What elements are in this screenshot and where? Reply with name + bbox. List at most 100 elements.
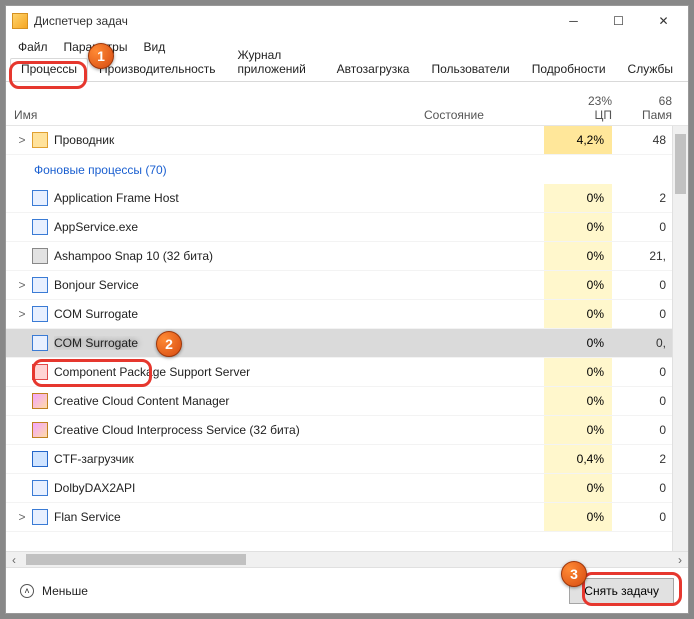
process-cpu: 0% xyxy=(544,242,612,270)
process-cpu: 0% xyxy=(544,271,612,299)
process-mem: 2 xyxy=(612,191,672,205)
process-cpu: 0% xyxy=(544,300,612,328)
scroll-left-icon[interactable]: ‹ xyxy=(6,552,22,567)
process-cpu: 0% xyxy=(544,329,612,357)
tab-startup[interactable]: Автозагрузка xyxy=(326,58,421,81)
menu-view[interactable]: Вид xyxy=(135,38,173,56)
process-mem: 21, xyxy=(612,249,672,263)
window-title: Диспетчер задач xyxy=(34,14,128,28)
process-name: Component Package Support Server xyxy=(54,365,424,379)
col-state[interactable]: Состояние xyxy=(424,108,544,122)
process-mem: 0 xyxy=(612,278,672,292)
process-mem: 0 xyxy=(612,481,672,495)
process-mem: 0 xyxy=(612,220,672,234)
hscroll-thumb[interactable] xyxy=(26,554,246,565)
process-mem: 0 xyxy=(612,394,672,408)
process-list: > Проводник 4,2%48 Фоновые процессы (70) App… xyxy=(6,126,688,551)
tab-processes[interactable]: Процессы xyxy=(10,58,88,81)
chevron-up-icon: ˄ xyxy=(20,584,34,598)
process-row[interactable]: COM Surrogate0%0, xyxy=(6,329,672,358)
process-name: Bonjour Service xyxy=(54,278,424,292)
menu-file[interactable]: Файл xyxy=(10,38,56,56)
col-cpu[interactable]: 23% ЦП xyxy=(544,94,612,122)
process-cpu: 4,2% xyxy=(544,126,612,154)
mem-label: Памя xyxy=(612,108,672,122)
process-icon xyxy=(32,335,48,351)
process-name: DolbyDAX2API xyxy=(54,481,424,495)
process-mem: 0, xyxy=(612,336,672,350)
process-mem: 0 xyxy=(612,510,672,524)
process-name: Проводник xyxy=(54,133,424,147)
expand-icon[interactable]: > xyxy=(14,278,30,292)
section-label: Фоновые процессы (70) xyxy=(30,163,424,177)
fewer-details-label: Меньше xyxy=(42,584,88,598)
tab-services[interactable]: Службы xyxy=(617,58,684,81)
app-icon xyxy=(12,13,28,29)
minimize-button[interactable]: ─ xyxy=(551,7,596,35)
process-row[interactable]: AppService.exe 0%0 xyxy=(6,213,672,242)
close-button[interactable]: ✕ xyxy=(641,7,686,35)
process-mem: 0 xyxy=(612,307,672,321)
badge-3: 3 xyxy=(561,561,587,587)
maximize-button[interactable]: ☐ xyxy=(596,7,641,35)
scroll-thumb[interactable] xyxy=(675,134,686,194)
tab-app-history[interactable]: Журнал приложений xyxy=(227,44,326,81)
expand-icon[interactable]: > xyxy=(14,133,30,147)
process-cpu: 0% xyxy=(544,416,612,444)
col-name[interactable]: Имя xyxy=(14,108,424,122)
process-row[interactable]: Creative Cloud Interprocess Service (32 … xyxy=(6,416,672,445)
mem-percent: 68 xyxy=(612,94,672,108)
title-bar[interactable]: Диспетчер задач ─ ☐ ✕ xyxy=(6,6,688,36)
process-mem: 0 xyxy=(612,365,672,379)
process-row[interactable]: Component Package Support Server 0%0 xyxy=(6,358,672,387)
tab-users[interactable]: Пользователи xyxy=(420,58,520,81)
column-header[interactable]: Имя Состояние 23% ЦП 68 Памя xyxy=(6,82,688,126)
process-row[interactable]: > Bonjour Service 0%0 xyxy=(6,271,672,300)
process-name: COM Surrogate xyxy=(54,307,424,321)
cpu-label: ЦП xyxy=(544,108,612,122)
process-icon xyxy=(32,393,48,409)
process-icon xyxy=(32,451,48,467)
process-cpu: 0% xyxy=(544,358,612,386)
process-row[interactable]: > Проводник 4,2%48 xyxy=(6,126,672,155)
process-row[interactable]: Ashampoo Snap 10 (32 бита)0%21, xyxy=(6,242,672,271)
expand-icon[interactable]: > xyxy=(14,307,30,321)
section-header: Фоновые процессы (70) xyxy=(6,155,672,184)
process-name: Creative Cloud Interprocess Service (32 … xyxy=(54,423,424,437)
process-icon xyxy=(32,132,48,148)
process-cpu: 0% xyxy=(544,474,612,502)
process-icon xyxy=(32,219,48,235)
process-name: Application Frame Host xyxy=(54,191,424,205)
process-cpu: 0% xyxy=(544,184,612,212)
process-icon xyxy=(32,306,48,322)
col-memory[interactable]: 68 Памя xyxy=(612,94,672,122)
process-icon xyxy=(32,190,48,206)
process-cpu: 0% xyxy=(544,213,612,241)
process-row[interactable]: DolbyDAX2API 0%0 xyxy=(6,474,672,503)
fewer-details-button[interactable]: ˄ Меньше xyxy=(20,584,88,598)
process-mem: 0 xyxy=(612,423,672,437)
process-row[interactable]: CTF-загрузчик0,4%2 xyxy=(6,445,672,474)
tab-details[interactable]: Подробности xyxy=(521,58,617,81)
process-row[interactable]: Application Frame Host 0%2 xyxy=(6,184,672,213)
task-manager-window: Диспетчер задач ─ ☐ ✕ Файл Параметры Вид… xyxy=(5,5,689,614)
scroll-right-icon[interactable]: › xyxy=(672,552,688,567)
process-row[interactable]: > COM Surrogate 0%0 xyxy=(6,300,672,329)
process-name: Flan Service xyxy=(54,510,424,524)
process-name: Creative Cloud Content Manager xyxy=(54,394,424,408)
process-name: AppService.exe xyxy=(54,220,424,234)
end-task-button[interactable]: Снять задачу xyxy=(569,578,674,604)
process-mem: 2 xyxy=(612,452,672,466)
process-mem: 48 xyxy=(612,133,672,147)
expand-icon[interactable]: > xyxy=(14,510,30,524)
process-cpu: 0% xyxy=(544,387,612,415)
process-icon xyxy=(32,509,48,525)
process-row[interactable]: >Flan Service0%0 xyxy=(6,503,672,532)
vertical-scrollbar[interactable] xyxy=(672,126,688,551)
process-icon xyxy=(32,364,48,380)
process-row[interactable]: Creative Cloud Content Manager 0%0 xyxy=(6,387,672,416)
cpu-percent: 23% xyxy=(544,94,612,108)
process-cpu: 0,4% xyxy=(544,445,612,473)
horizontal-scrollbar[interactable]: ‹ › xyxy=(6,551,688,567)
badge-1: 1 xyxy=(88,43,114,69)
